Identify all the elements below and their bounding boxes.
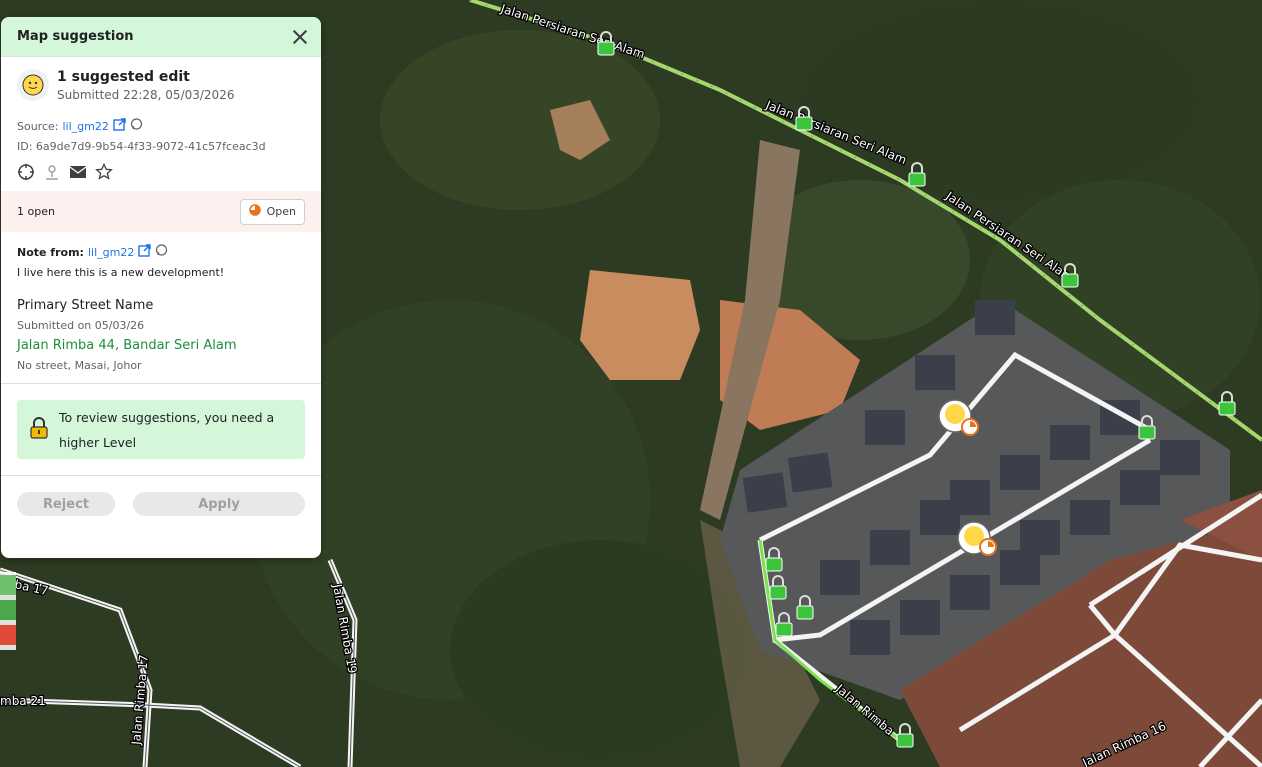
level-notice-line1: To review suggestions, you need a [59, 409, 275, 425]
wazer-avatar [17, 69, 49, 101]
divider [1, 383, 321, 384]
road-label: mba 21 [0, 694, 46, 708]
note-text: I live here this is a new development! [17, 266, 225, 279]
external-link-icon[interactable] [113, 118, 126, 134]
level-notice-line2: higher Level [59, 434, 137, 450]
lock-icon [29, 417, 49, 442]
open-button-label: Open [266, 205, 296, 218]
open-count: 1 open [17, 205, 55, 218]
user-pin-icon[interactable] [43, 163, 61, 181]
level-notice: To review suggestions, you need a higher… [17, 400, 305, 459]
status-open-icon [248, 204, 261, 219]
map-suggestion-panel: Map suggestion 1 suggested edit Submitte… [1, 17, 321, 558]
submitted-on: Submitted on 05/03/26 [17, 319, 145, 332]
submitted-time: Submitted 22:28, 05/03/2026 [57, 88, 235, 102]
source-user-link[interactable]: lil_gm22 [63, 120, 109, 133]
location-text: No street, Masai, Johor [17, 359, 142, 372]
external-link-icon[interactable] [138, 244, 152, 260]
envelope-icon[interactable] [69, 163, 87, 181]
suggestion-id: ID: 6a9de7d9-9b54-4f33-9072-41c57fceac3d [17, 140, 266, 153]
chat-icon[interactable] [155, 244, 168, 260]
suggestion-type: Primary Street Name [17, 298, 154, 313]
source-label: Source: [17, 119, 59, 133]
star-icon[interactable] [95, 163, 113, 181]
open-button[interactable]: Open [239, 198, 305, 225]
panel-title: Map suggestion [17, 29, 134, 44]
close-icon[interactable] [291, 28, 309, 46]
note-user-link[interactable]: lil_gm22 [88, 246, 134, 259]
reject-button[interactable]: Reject [17, 492, 115, 516]
chat-icon[interactable] [130, 118, 143, 134]
apply-button[interactable]: Apply [133, 492, 305, 516]
panel-header: Map suggestion [1, 17, 321, 57]
note-from-label: Note from: [17, 245, 84, 259]
open-status-bar: 1 open Open [1, 191, 321, 232]
suggested-edit-count: 1 suggested edit [57, 69, 190, 85]
crosshair-icon[interactable] [17, 163, 35, 181]
street-name-value[interactable]: Jalan Rimba 44, Bandar Seri Alam [17, 338, 305, 353]
